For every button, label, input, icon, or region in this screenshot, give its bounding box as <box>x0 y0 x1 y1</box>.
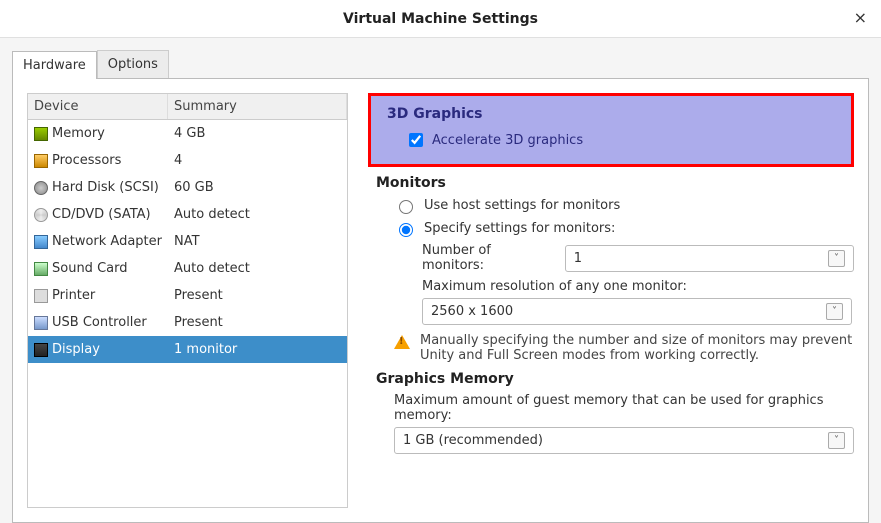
close-icon[interactable]: × <box>854 8 867 27</box>
monitors-section: Monitors Use host settings for monitors … <box>376 175 854 363</box>
chevron-down-icon: ˅ <box>826 303 843 320</box>
cd-icon <box>34 208 48 222</box>
header-device[interactable]: Device <box>28 94 168 119</box>
graphics-memory-section: Graphics Memory Maximum amount of guest … <box>376 371 854 454</box>
table-row-printer[interactable]: Printer Present <box>28 282 347 309</box>
use-host-row[interactable]: Use host settings for monitors <box>394 197 854 214</box>
table-row-processors[interactable]: Processors 4 <box>28 147 347 174</box>
chevron-down-icon: ˅ <box>828 432 845 449</box>
printer-icon <box>34 289 48 303</box>
num-monitors-row: Number of monitors: 1 ˅ <box>422 243 854 273</box>
graphics-memory-dropdown[interactable]: 1 GB (recommended) ˅ <box>394 427 854 454</box>
use-host-radio[interactable] <box>399 200 413 214</box>
num-monitors-dropdown[interactable]: 1 ˅ <box>565 245 854 272</box>
device-table: Device Summary Memory 4 GB Processors 4 … <box>27 93 348 508</box>
monitor-warning-text: Manually specifying the number and size … <box>420 333 854 363</box>
chevron-down-icon: ˅ <box>828 250 845 267</box>
num-monitors-value: 1 <box>574 251 582 266</box>
table-row-cddvd[interactable]: CD/DVD (SATA) Auto detect <box>28 201 347 228</box>
tabs: Hardware Options <box>0 38 881 78</box>
graphics-memory-value: 1 GB (recommended) <box>403 433 543 448</box>
accelerate-3d-checkbox[interactable] <box>409 133 423 147</box>
tab-hardware[interactable]: Hardware <box>12 51 97 79</box>
monitors-title: Monitors <box>376 175 854 191</box>
num-monitors-label: Number of monitors: <box>422 243 557 273</box>
hdd-icon <box>34 181 48 195</box>
accelerate-3d-label: Accelerate 3D graphics <box>432 133 583 148</box>
titlebar: Virtual Machine Settings × <box>0 0 881 38</box>
window-title: Virtual Machine Settings <box>343 11 538 27</box>
use-host-label: Use host settings for monitors <box>424 198 620 213</box>
table-row-sound[interactable]: Sound Card Auto detect <box>28 255 347 282</box>
specify-label: Specify settings for monitors: <box>424 221 615 236</box>
3d-graphics-title: 3D Graphics <box>387 106 835 122</box>
table-header: Device Summary <box>28 94 347 120</box>
graphics-memory-title: Graphics Memory <box>376 371 854 387</box>
table-row-memory[interactable]: Memory 4 GB <box>28 120 347 147</box>
warning-icon <box>394 335 410 349</box>
maxres-label: Maximum resolution of any one monitor: <box>422 279 687 294</box>
header-summary[interactable]: Summary <box>168 94 347 119</box>
tab-options[interactable]: Options <box>97 50 169 78</box>
maxres-dropdown[interactable]: 2560 x 1600 ˅ <box>422 298 852 325</box>
cpu-icon <box>34 154 48 168</box>
tab-body: Device Summary Memory 4 GB Processors 4 … <box>12 78 869 523</box>
table-row-usb[interactable]: USB Controller Present <box>28 309 347 336</box>
accelerate-3d-row[interactable]: Accelerate 3D graphics <box>405 130 835 150</box>
display-icon <box>34 343 48 357</box>
maxres-value: 2560 x 1600 <box>431 304 513 319</box>
maxres-row: Maximum resolution of any one monitor: 2… <box>422 279 854 325</box>
right-panel: 3D Graphics Accelerate 3D graphics Monit… <box>348 93 854 508</box>
network-icon <box>34 235 48 249</box>
specify-radio[interactable] <box>399 223 413 237</box>
table-row-harddisk[interactable]: Hard Disk (SCSI) 60 GB <box>28 174 347 201</box>
sound-icon <box>34 262 48 276</box>
usb-icon <box>34 316 48 330</box>
memory-icon <box>34 127 48 141</box>
3d-graphics-section: 3D Graphics Accelerate 3D graphics <box>368 93 854 167</box>
table-row-network[interactable]: Network Adapter NAT <box>28 228 347 255</box>
specify-row[interactable]: Specify settings for monitors: <box>394 220 854 237</box>
graphics-memory-label: Maximum amount of guest memory that can … <box>394 393 854 423</box>
table-row-display[interactable]: Display 1 monitor <box>28 336 347 363</box>
monitor-warning: Manually specifying the number and size … <box>394 333 854 363</box>
